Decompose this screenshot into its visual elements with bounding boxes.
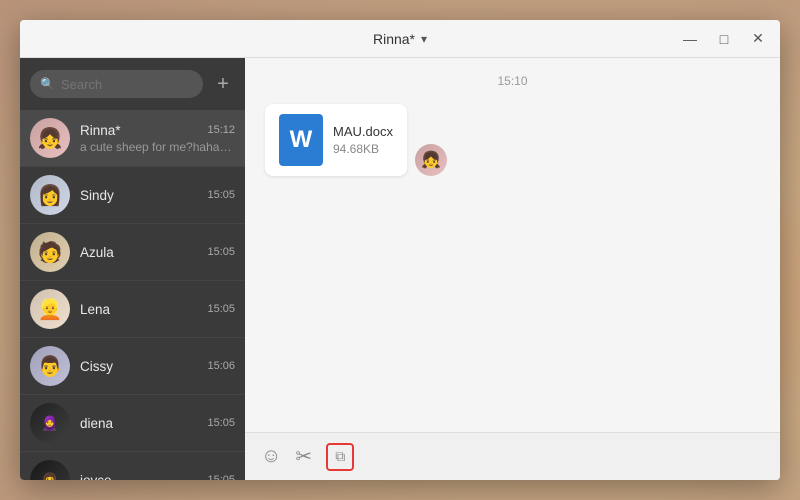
chat-name-cissy: Cissy — [80, 359, 113, 374]
chat-info-sindy: Sindy 15:05 — [80, 188, 235, 203]
title-dropdown-icon[interactable]: ▾ — [421, 32, 427, 46]
title-bar-center: Rinna* ▾ — [373, 31, 427, 47]
search-box[interactable]: 🔍 — [30, 70, 203, 98]
emoji-button[interactable]: ☺ — [261, 445, 281, 468]
clipboard-icon: ⧉ — [335, 448, 345, 465]
chat-name-lena: Lena — [80, 302, 110, 317]
chat-info-cissy: Cissy 15:06 — [80, 359, 235, 374]
add-contact-button[interactable]: + — [211, 72, 235, 96]
sidebar-header: 🔍 + — [20, 58, 245, 110]
avatar-rinna: 👧 — [30, 118, 70, 158]
chat-time-joyce: 15:05 — [207, 474, 235, 480]
scissors-button[interactable]: ✂ — [295, 444, 312, 469]
chat-main: 15:10 W MAU.docx 94.68KB 👧 — [245, 58, 780, 480]
close-button[interactable]: ✕ — [748, 29, 768, 49]
chat-item-cissy[interactable]: 👨 Cissy 15:06 — [20, 338, 245, 395]
chat-name-row-joyce: joyce 15:05 — [80, 473, 235, 481]
minimize-button[interactable]: — — [680, 29, 700, 49]
chat-time-sindy: 15:05 — [207, 189, 235, 201]
avatar-diena: 🧕 — [30, 403, 70, 443]
title-bar-actions: — □ ✕ — [680, 29, 768, 49]
maximize-button[interactable]: □ — [714, 29, 734, 49]
file-bubble[interactable]: W MAU.docx 94.68KB — [265, 104, 407, 176]
chat-name-row-azula: Azula 15:05 — [80, 245, 235, 260]
file-name: MAU.docx — [333, 124, 393, 139]
clipboard-button[interactable]: ⧉ — [326, 443, 354, 471]
chat-name-joyce: joyce — [80, 473, 112, 481]
chat-time-cissy: 15:06 — [207, 360, 235, 372]
chat-name-row-cissy: Cissy 15:06 — [80, 359, 235, 374]
chat-time-diena: 15:05 — [207, 417, 235, 429]
search-input[interactable] — [61, 77, 193, 92]
file-size: 94.68KB — [333, 142, 393, 156]
chat-item-azula[interactable]: 🧑 Azula 15:05 — [20, 224, 245, 281]
chat-item-rinna[interactable]: 👧 Rinna* 15:12 a cute sheep for me?hahah… — [20, 110, 245, 167]
search-icon: 🔍 — [40, 77, 55, 91]
chat-item-joyce[interactable]: 👩‍🦱 joyce 15:05 — [20, 452, 245, 480]
chat-name-row-lena: Lena 15:05 — [80, 302, 235, 317]
chat-title: Rinna* — [373, 31, 415, 47]
message-row-file: W MAU.docx 94.68KB 👧 — [265, 104, 760, 176]
chat-time-azula: 15:05 — [207, 246, 235, 258]
app-window: Rinna* ▾ — □ ✕ 🔍 + 👧 — [20, 20, 780, 480]
message-timestamp: 15:10 — [265, 74, 760, 88]
chat-info-lena: Lena 15:05 — [80, 302, 235, 317]
chat-time-rinna: 15:12 — [207, 124, 235, 136]
chat-name-sindy: Sindy — [80, 188, 114, 203]
chat-name-azula: Azula — [80, 245, 114, 260]
title-bar: Rinna* ▾ — □ ✕ — [20, 20, 780, 58]
avatar-sindy: 👩 — [30, 175, 70, 215]
chat-preview-rinna: a cute sheep for me?hahaha... — [80, 140, 235, 154]
chat-name-row-diena: diena 15:05 — [80, 416, 235, 431]
avatar-lena: 👱 — [30, 289, 70, 329]
chat-toolbar: ☺ ✂ ⧉ — [245, 432, 780, 480]
chat-item-diena[interactable]: 🧕 diena 15:05 — [20, 395, 245, 452]
chat-info-rinna: Rinna* 15:12 a cute sheep for me?hahaha.… — [80, 123, 235, 154]
avatar-cissy: 👨 — [30, 346, 70, 386]
chat-name-rinna: Rinna* — [80, 123, 121, 138]
chat-list: 👧 Rinna* 15:12 a cute sheep for me?hahah… — [20, 110, 245, 480]
chat-item-lena[interactable]: 👱 Lena 15:05 — [20, 281, 245, 338]
chat-time-lena: 15:05 — [207, 303, 235, 315]
chat-name-row-sindy: Sindy 15:05 — [80, 188, 235, 203]
sidebar: 🔍 + 👧 Rinna* 15:12 a cute — [20, 58, 245, 480]
chat-item-sindy[interactable]: 👩 Sindy 15:05 — [20, 167, 245, 224]
avatar-azula: 🧑 — [30, 232, 70, 272]
word-icon: W — [279, 114, 323, 166]
message-avatar-rinna: 👧 — [415, 144, 447, 176]
avatar-joyce: 👩‍🦱 — [30, 460, 70, 480]
chat-info-diena: diena 15:05 — [80, 416, 235, 431]
chat-info-joyce: joyce 15:05 — [80, 473, 235, 481]
chat-name-diena: diena — [80, 416, 113, 431]
content-area: 🔍 + 👧 Rinna* 15:12 a cute — [20, 58, 780, 480]
file-info: MAU.docx 94.68KB — [333, 124, 393, 156]
chat-name-row-rinna: Rinna* 15:12 — [80, 123, 235, 138]
messages-area: 15:10 W MAU.docx 94.68KB 👧 — [245, 58, 780, 432]
chat-info-azula: Azula 15:05 — [80, 245, 235, 260]
